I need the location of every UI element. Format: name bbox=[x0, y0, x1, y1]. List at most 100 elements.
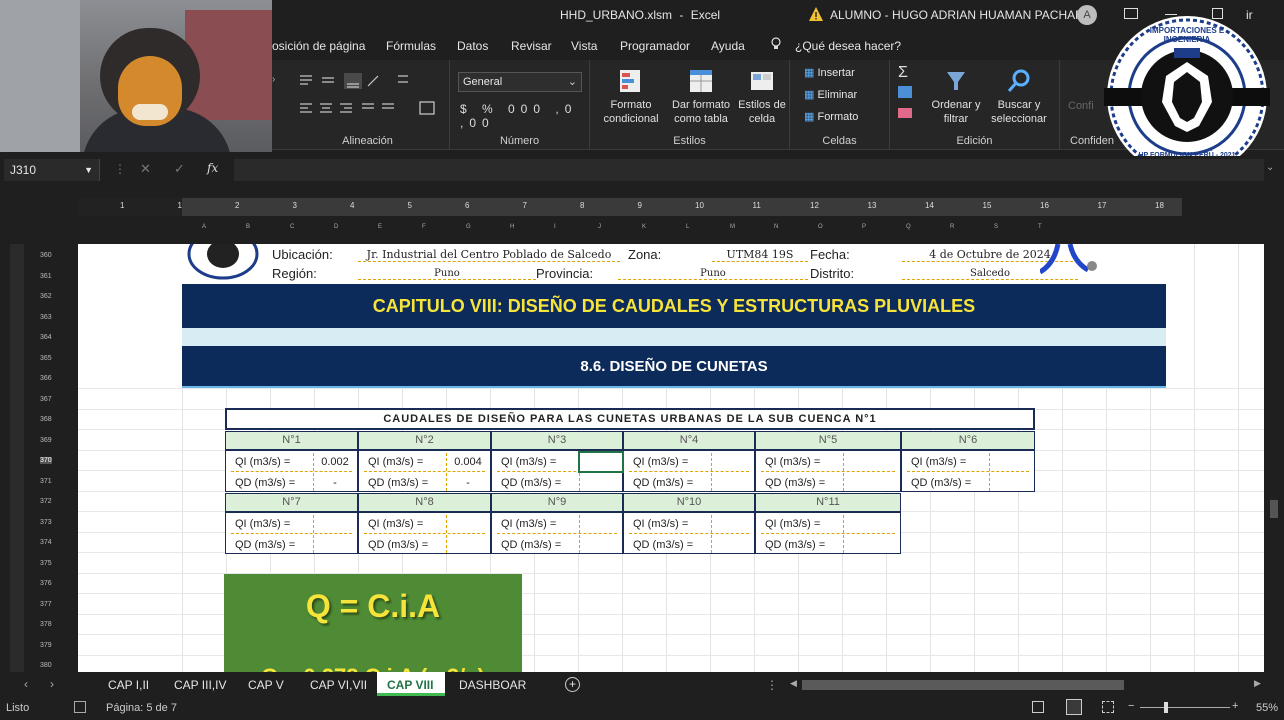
row-number[interactable]: 371 bbox=[40, 478, 52, 485]
sheet-tab-cap-i-ii[interactable]: CAP I,II bbox=[108, 678, 149, 692]
prev-sheet-icon[interactable]: ‹ bbox=[24, 677, 28, 691]
qi-value[interactable] bbox=[847, 456, 883, 470]
sheet-tab-cap-viii[interactable]: CAP VIII bbox=[377, 672, 445, 696]
column-letter[interactable]: G bbox=[466, 224, 471, 230]
row-number[interactable]: 373 bbox=[40, 519, 52, 526]
provincia-value[interactable]: Puno bbox=[618, 268, 808, 280]
cell-styles-button[interactable]: Estilos de celda bbox=[734, 68, 790, 126]
tab-developer[interactable]: Programador bbox=[620, 39, 690, 53]
row-number[interactable]: 379 bbox=[40, 642, 52, 649]
fill-icon[interactable] bbox=[898, 86, 912, 98]
row-number[interactable]: 374 bbox=[40, 539, 52, 546]
zona-value[interactable]: UTM84 19S bbox=[712, 248, 808, 262]
column-letter[interactable]: I bbox=[554, 224, 556, 230]
name-box[interactable]: J310 ▼ bbox=[4, 159, 100, 181]
avatar[interactable]: A bbox=[1077, 5, 1097, 25]
zoom-slider[interactable] bbox=[1140, 707, 1230, 708]
row-number[interactable]: 377 bbox=[40, 601, 52, 608]
column-letter[interactable]: E bbox=[378, 224, 382, 230]
qd-value[interactable] bbox=[993, 477, 1029, 491]
normal-view-icon[interactable] bbox=[1032, 701, 1044, 713]
clear-icon[interactable] bbox=[898, 108, 912, 118]
tab-split-icon[interactable]: ⋮ bbox=[766, 678, 778, 692]
worksheet[interactable]: Ubicación: Jr. Industrial del Centro Pob… bbox=[78, 244, 1264, 672]
row-number[interactable]: 360 bbox=[40, 252, 52, 259]
column-letter[interactable]: H bbox=[510, 224, 514, 230]
qi-value[interactable]: 0.004 bbox=[450, 456, 486, 470]
number-format-select[interactable]: General ⌄ bbox=[458, 72, 582, 92]
zoom-in-icon[interactable]: + bbox=[1232, 700, 1238, 712]
qi-value[interactable] bbox=[715, 456, 751, 470]
column-letter[interactable]: T bbox=[1038, 224, 1042, 230]
column-letter[interactable]: J bbox=[598, 224, 601, 230]
row-number[interactable]: 375 bbox=[40, 560, 52, 567]
expand-formula-bar-icon[interactable]: ⌄ bbox=[1266, 162, 1274, 173]
column-letter[interactable]: F bbox=[422, 224, 426, 230]
qd-value[interactable] bbox=[583, 477, 619, 491]
tab-formulas[interactable]: Fórmulas bbox=[386, 39, 436, 53]
conditional-format-button[interactable]: Formato condicional bbox=[598, 68, 664, 126]
tab-review[interactable]: Revisar bbox=[511, 39, 552, 53]
insert-function-icon[interactable]: fx bbox=[207, 161, 218, 175]
cancel-entry-icon[interactable]: ✕ bbox=[140, 161, 151, 177]
formula-input[interactable] bbox=[234, 159, 1264, 181]
row-number[interactable]: 380 bbox=[40, 662, 52, 669]
column-letter[interactable]: P bbox=[862, 224, 866, 230]
region-value[interactable]: Puno bbox=[358, 268, 536, 280]
warning-icon[interactable] bbox=[808, 6, 824, 22]
tab-view[interactable]: Vista bbox=[571, 39, 597, 53]
qi-value[interactable]: 0.002 bbox=[317, 456, 353, 470]
row-number[interactable]: 376 bbox=[40, 580, 52, 587]
format-as-table-button[interactable]: Dar formato como tabla bbox=[668, 68, 734, 126]
tab-help[interactable]: Ayuda bbox=[711, 39, 745, 53]
vertical-scroll-thumb[interactable] bbox=[1270, 500, 1278, 518]
add-sheet-icon[interactable]: + bbox=[565, 677, 580, 692]
qd-value[interactable] bbox=[847, 477, 883, 491]
column-letter[interactable]: D bbox=[334, 224, 338, 230]
tab-data[interactable]: Datos bbox=[457, 39, 488, 53]
column-letter[interactable]: M bbox=[730, 224, 735, 230]
horizontal-scroll-thumb[interactable] bbox=[802, 680, 1124, 690]
row-number[interactable]: 365 bbox=[40, 355, 52, 362]
row-number[interactable]: 370 bbox=[40, 457, 52, 464]
sort-filter-button[interactable]: Ordenar y filtrar bbox=[926, 68, 986, 126]
page-layout-view-icon[interactable] bbox=[1066, 699, 1082, 715]
number-format-buttons[interactable]: $ % 000 ,0 ,00 bbox=[460, 102, 589, 130]
scroll-right-icon[interactable]: ▶ bbox=[1254, 678, 1261, 689]
sheet-tab-cap-vi-vii[interactable]: CAP VI,VII bbox=[310, 678, 367, 692]
zoom-slider-thumb[interactable] bbox=[1164, 702, 1168, 713]
column-letter[interactable]: N bbox=[774, 224, 778, 230]
tab-page-layout[interactable]: osición de página bbox=[272, 39, 365, 53]
page-break-view-icon[interactable] bbox=[1102, 701, 1114, 713]
sheet-tab-cap-iii-iv[interactable]: CAP III,IV bbox=[174, 678, 226, 692]
ubicacion-value[interactable]: Jr. Industrial del Centro Poblado de Sal… bbox=[358, 248, 620, 262]
insert-button[interactable]: ▦ Insertar bbox=[804, 66, 855, 79]
next-sheet-icon[interactable]: › bbox=[50, 677, 54, 691]
row-number[interactable]: 368 bbox=[40, 416, 52, 423]
zoom-out-icon[interactable]: − bbox=[1128, 700, 1134, 712]
row-number[interactable]: 367 bbox=[40, 396, 52, 403]
sheet-tab-cap-v[interactable]: CAP V bbox=[248, 678, 284, 692]
column-letter[interactable]: B bbox=[246, 224, 250, 230]
tell-me-search[interactable]: ¿Qué desea hacer? bbox=[795, 39, 901, 53]
row-number[interactable]: 363 bbox=[40, 314, 52, 321]
row-number[interactable]: 362 bbox=[40, 293, 52, 300]
column-letter[interactable]: S bbox=[994, 224, 998, 230]
column-letter[interactable]: O bbox=[818, 224, 823, 230]
qd-value[interactable]: - bbox=[450, 477, 486, 491]
qd-value[interactable] bbox=[715, 477, 751, 491]
accessibility-icon[interactable] bbox=[74, 701, 86, 713]
autosum-icon[interactable]: Σ bbox=[898, 64, 908, 82]
row-number[interactable]: 366 bbox=[40, 375, 52, 382]
column-letter[interactable]: A bbox=[202, 224, 206, 230]
column-letter[interactable]: L bbox=[686, 224, 689, 230]
account-name[interactable]: ALUMNO - HUGO ADRIAN HUAMAN PACHARI bbox=[830, 8, 1087, 22]
column-letter[interactable]: Q bbox=[906, 224, 911, 230]
delete-button[interactable]: ▦ Eliminar bbox=[804, 88, 857, 101]
qi-value[interactable] bbox=[993, 456, 1029, 470]
row-number[interactable]: 378 bbox=[40, 621, 52, 628]
row-number[interactable]: 372 bbox=[40, 498, 52, 505]
scroll-left-icon[interactable]: ◀ bbox=[790, 678, 797, 689]
row-number[interactable]: 369 bbox=[40, 437, 52, 444]
row-number[interactable]: 361 bbox=[40, 273, 52, 280]
